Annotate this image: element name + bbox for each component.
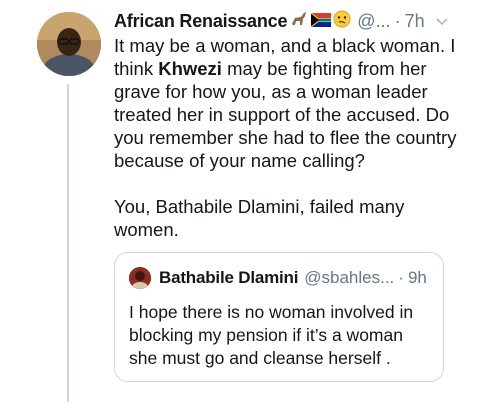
separator-dot: · — [398, 268, 404, 287]
quoted-tweet-time[interactable]: 9h — [408, 268, 427, 288]
quoted-line: I hope there is no woman involved in — [129, 302, 414, 322]
avatar-photo — [37, 12, 101, 76]
author-handle[interactable]: @... — [357, 11, 390, 32]
tweet-line: treated her in support of the accused. D… — [114, 104, 450, 125]
separator-dot: · — [394, 10, 401, 31]
tweet-line: grave for how you, as a woman leader — [114, 81, 428, 102]
quoted-tweet-header: Bathabile Dlamini @sbahles... · 9h — [129, 267, 427, 289]
quoted-author-handle[interactable]: @sbahles... — [304, 268, 394, 288]
tweet-line: women. — [114, 219, 179, 240]
tweet-header: African Renaissance @... · 7h — [114, 8, 470, 34]
south-africa-flag-icon — [310, 11, 332, 32]
tweet-time[interactable]: 7h — [405, 11, 425, 32]
quoted-line: blocking my pension if it’s a woman — [129, 325, 403, 345]
tweet[interactable]: African Renaissance @... · 7h It may be … — [114, 8, 470, 241]
author-avatar[interactable] — [37, 12, 101, 76]
quoted-line: she must go and cleanse herself . — [129, 348, 391, 368]
quoted-tweet-text: I hope there is no woman involved in blo… — [129, 301, 433, 370]
antelope-emoji-icon — [289, 10, 309, 33]
tweet-line: It may be a woman, and a black woman. I — [114, 35, 456, 56]
quoted-tweet[interactable]: Bathabile Dlamini @sbahles... · 9h I hop… — [114, 252, 444, 382]
tweet-line: think Khwezi may be fighting from her — [114, 58, 427, 79]
quoted-author-avatar[interactable] — [129, 267, 151, 289]
thread-line — [67, 84, 69, 402]
quoted-author-name[interactable]: Bathabile Dlamini — [159, 268, 298, 288]
thinking-face-icon — [333, 10, 351, 33]
tweet-line: You, Bathabile Dlamini, failed many — [114, 196, 405, 217]
author-name[interactable]: African Renaissance — [114, 11, 287, 32]
mention-khwezi: Khwezi — [158, 58, 222, 79]
tweet-text: It may be a woman, and a black woman. I … — [114, 34, 470, 241]
tweet-line: because of your name calling? — [114, 150, 365, 171]
chevron-down-icon[interactable] — [435, 11, 449, 32]
tweet-line: you remember she had to flee the country — [114, 127, 457, 148]
